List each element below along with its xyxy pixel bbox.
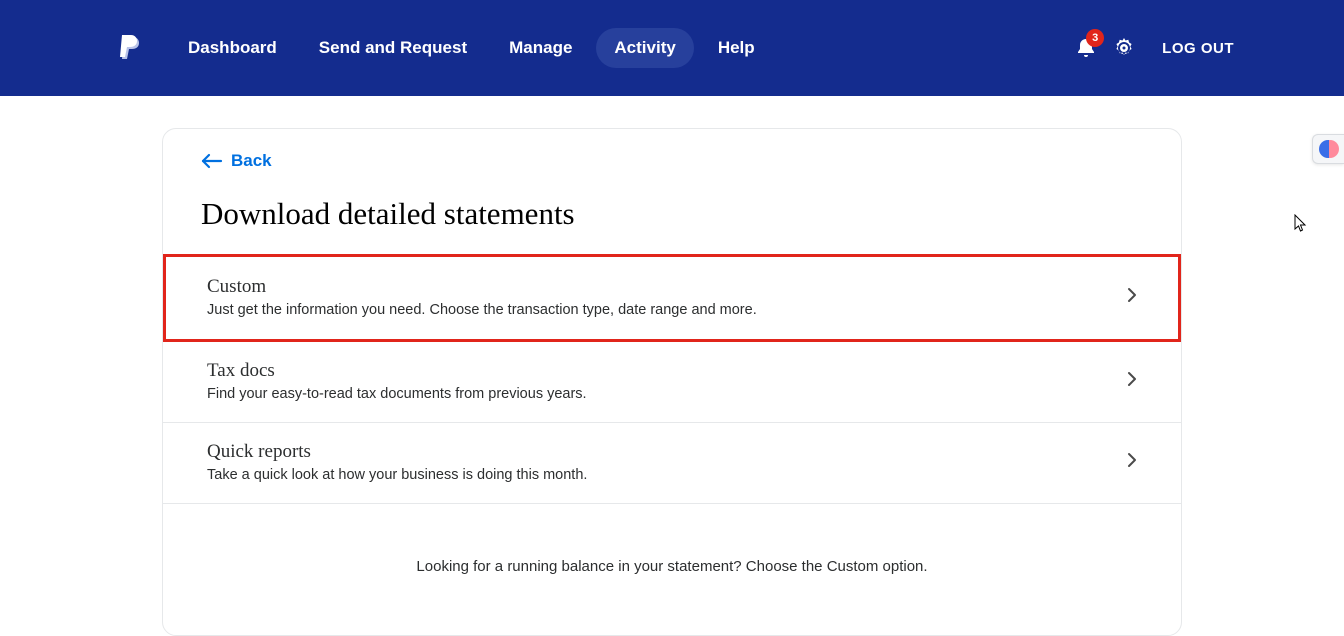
nav-manage[interactable]: Manage (491, 28, 590, 68)
option-custom-text: Custom Just get the information you need… (207, 276, 1127, 318)
option-custom-title: Custom (207, 276, 1127, 298)
extension-badge[interactable] (1312, 134, 1344, 164)
option-tax-docs-desc: Find your easy-to-read tax documents fro… (207, 386, 1127, 402)
statements-card: Back Download detailed statements Custom… (162, 128, 1182, 636)
nav-help[interactable]: Help (700, 28, 773, 68)
nav-activity[interactable]: Activity (596, 28, 693, 68)
chevron-right-icon (1127, 452, 1137, 473)
notification-badge: 3 (1086, 29, 1104, 47)
settings-button[interactable] (1114, 38, 1134, 58)
nav-send-and-request[interactable]: Send and Request (301, 28, 485, 68)
brain-icon (1319, 140, 1339, 158)
back-link[interactable]: Back (201, 151, 272, 171)
header-right: 3 LOG OUT (1076, 37, 1234, 59)
chevron-right-icon (1127, 287, 1137, 308)
footer-hint: Looking for a running balance in your st… (163, 558, 1181, 575)
notifications-button[interactable]: 3 (1076, 37, 1096, 59)
chevron-right-icon (1127, 371, 1137, 392)
option-quick-reports-desc: Take a quick look at how your business i… (207, 467, 1127, 483)
option-tax-docs[interactable]: Tax docs Find your easy-to-read tax docu… (163, 342, 1181, 423)
option-quick-reports[interactable]: Quick reports Take a quick look at how y… (163, 423, 1181, 504)
mouse-cursor-icon (1294, 214, 1308, 237)
option-custom-desc: Just get the information you need. Choos… (207, 302, 1127, 318)
option-quick-reports-title: Quick reports (207, 441, 1127, 463)
option-tax-docs-text: Tax docs Find your easy-to-read tax docu… (207, 360, 1127, 402)
back-label: Back (231, 151, 272, 171)
option-quick-reports-text: Quick reports Take a quick look at how y… (207, 441, 1127, 483)
logout-button[interactable]: LOG OUT (1162, 40, 1234, 57)
option-tax-docs-title: Tax docs (207, 360, 1127, 382)
paypal-logo-icon[interactable] (120, 35, 142, 61)
top-nav: Dashboard Send and Request Manage Activi… (0, 0, 1344, 96)
primary-nav: Dashboard Send and Request Manage Activi… (170, 28, 773, 68)
option-custom[interactable]: Custom Just get the information you need… (163, 254, 1181, 342)
nav-dashboard[interactable]: Dashboard (170, 28, 295, 68)
page-title: Download detailed statements (201, 196, 1181, 232)
